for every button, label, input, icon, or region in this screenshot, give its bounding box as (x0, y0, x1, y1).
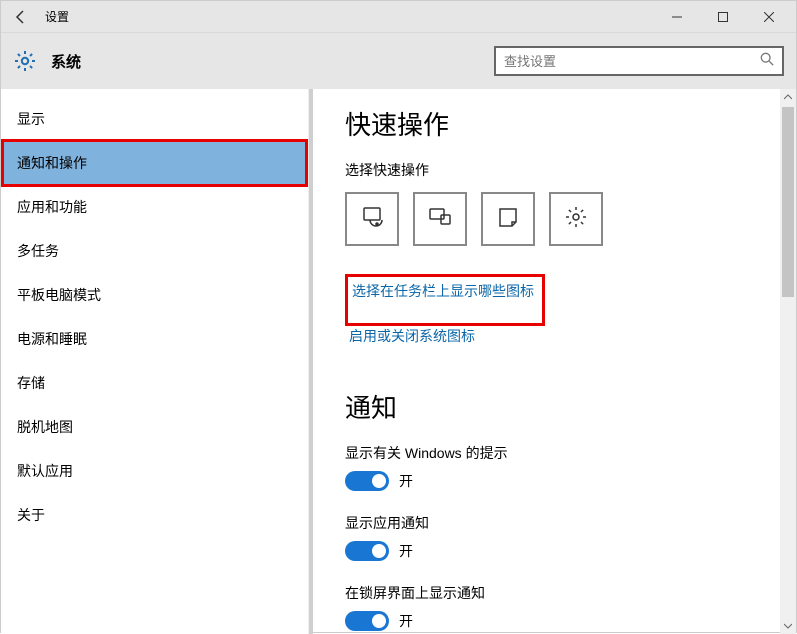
sidebar-item-about[interactable]: 关于 (1, 493, 308, 537)
sidebar-item-tablet[interactable]: 平板电脑模式 (1, 273, 308, 317)
gear-small-icon (564, 205, 588, 234)
sidebar-item-label: 多任务 (17, 241, 59, 261)
quick-action-tiles (345, 192, 765, 246)
sidebar-item-label: 应用和功能 (17, 197, 87, 217)
gear-icon (13, 49, 37, 73)
sidebar-item-label: 通知和操作 (17, 153, 87, 173)
quick-tile-note[interactable] (481, 192, 535, 246)
sidebar-item-storage[interactable]: 存储 (1, 361, 308, 405)
window-title: 设置 (37, 8, 69, 25)
search-input[interactable] (504, 54, 760, 69)
page-title: 系统 (51, 51, 81, 72)
tablet-icon (360, 205, 384, 234)
minimize-button[interactable] (654, 1, 700, 33)
toggle-switch[interactable] (345, 541, 389, 561)
quick-tile-tablet-mode[interactable] (345, 192, 399, 246)
toggle-state: 开 (399, 611, 413, 631)
quick-tile-connect[interactable] (413, 192, 467, 246)
toggle-label: 显示有关 Windows 的提示 (345, 443, 765, 463)
sidebar-item-maps[interactable]: 脱机地图 (1, 405, 308, 449)
sidebar-item-default-apps[interactable]: 默认应用 (1, 449, 308, 493)
toggle-state: 开 (399, 471, 413, 491)
sidebar-item-display[interactable]: 显示 (1, 97, 308, 141)
scroll-thumb[interactable] (782, 107, 794, 297)
sidebar-item-apps[interactable]: 应用和功能 (1, 185, 308, 229)
sidebar-item-label: 默认应用 (17, 461, 73, 481)
maximize-button[interactable] (700, 1, 746, 33)
sidebar-item-label: 存储 (17, 373, 45, 393)
content-pane: 快速操作 选择快速操作 选择在任务栏上显示哪些图标 启 (309, 89, 796, 634)
link-system-icons[interactable]: 启用或关闭系统图标 (349, 326, 475, 346)
sidebar-item-label: 脱机地图 (17, 417, 73, 437)
sidebar-item-label: 关于 (17, 505, 45, 525)
sidebar-item-multitask[interactable]: 多任务 (1, 229, 308, 273)
toggle-state: 开 (399, 541, 413, 561)
sidebar: 显示 通知和操作 应用和功能 多任务 平板电脑模式 电源和睡眠 存储 脱机地图 … (1, 89, 309, 634)
sidebar-item-label: 显示 (17, 109, 45, 129)
window-controls (654, 1, 792, 33)
toggle-row-app-notifications: 显示应用通知 开 (345, 513, 765, 561)
connect-icon (428, 205, 452, 234)
scroll-down-arrow-icon[interactable] (780, 618, 796, 634)
titlebar: 设置 (1, 1, 796, 33)
sidebar-item-label: 平板电脑模式 (17, 285, 101, 305)
sidebar-item-label: 电源和睡眠 (17, 329, 87, 349)
back-button[interactable] (5, 9, 37, 25)
toggle-label: 在锁屏界面上显示通知 (345, 583, 765, 603)
toggle-switch[interactable] (345, 471, 389, 491)
sidebar-item-notifications[interactable]: 通知和操作 (1, 141, 308, 185)
quick-actions-heading: 快速操作 (345, 105, 765, 142)
toggle-row-lockscreen-notifications: 在锁屏界面上显示通知 开 (345, 583, 765, 631)
toggle-row-windows-tips: 显示有关 Windows 的提示 开 (345, 443, 765, 491)
scrollbar[interactable] (780, 89, 796, 634)
toggle-label: 显示应用通知 (345, 513, 765, 533)
annotation-highlight-link: 选择在任务栏上显示哪些图标 (345, 274, 545, 326)
search-box[interactable] (494, 46, 784, 76)
search-icon (760, 52, 774, 71)
content-left-edge (309, 89, 313, 634)
toggle-switch[interactable] (345, 611, 389, 631)
header: 系统 (1, 33, 796, 89)
note-icon (496, 205, 520, 234)
scroll-up-arrow-icon[interactable] (780, 89, 796, 105)
quick-tile-settings[interactable] (549, 192, 603, 246)
link-taskbar-icons[interactable]: 选择在任务栏上显示哪些图标 (352, 281, 534, 301)
quick-actions-subheading: 选择快速操作 (345, 160, 765, 180)
close-button[interactable] (746, 1, 792, 33)
sidebar-item-power[interactable]: 电源和睡眠 (1, 317, 308, 361)
notifications-heading: 通知 (345, 388, 765, 425)
